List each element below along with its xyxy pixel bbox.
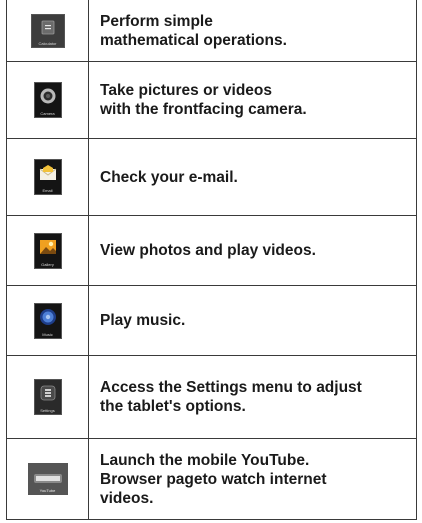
table-row-calculator: Calculator Perform simple mathematical o… — [7, 0, 416, 62]
table-row-youtube: YouTube Launch the mobile YouTube. Brows… — [7, 439, 416, 519]
table-row-email: Email Check your e-mail. — [7, 139, 416, 216]
row-description: Take pictures or videos with the frontfa… — [100, 82, 307, 118]
icon-caption: Calculator — [38, 40, 57, 46]
icon-cell: Music — [7, 286, 89, 355]
row-description: Launch the mobile YouTube. Browser paget… — [100, 451, 327, 507]
table-row-music: Music Play music. — [7, 286, 416, 356]
icon-caption: Email — [42, 188, 53, 193]
music-icon: Music — [33, 302, 62, 339]
email-icon: Email — [33, 159, 62, 195]
table-row-camera: Camera Take pictures or videos with the … — [7, 62, 416, 139]
app-table: Calculator Perform simple mathematical o… — [6, 0, 417, 520]
table-row-settings: Settings Access the Settings menu to adj… — [7, 356, 416, 439]
row-description: Check your e-mail. — [100, 168, 238, 186]
icon-cell: Camera — [7, 62, 89, 138]
icon-cell: Settings — [7, 356, 89, 438]
row-description: Play music. — [100, 312, 186, 329]
settings-icon: Settings — [33, 379, 62, 415]
icon-caption: Camera — [40, 111, 55, 116]
row-description: Perform simple mathematical operations. — [100, 12, 287, 49]
youtube-icon: YouTube — [27, 463, 68, 495]
camera-icon: Camera — [33, 82, 62, 118]
calculator-icon: Calculator — [30, 13, 65, 48]
table-row-gallery: Gallery View photos and play videos. — [7, 216, 416, 286]
icon-cell: Calculator — [7, 0, 89, 61]
row-description: View photos and play videos. — [100, 242, 316, 259]
icon-caption: Music — [42, 331, 53, 337]
icon-cell: Email — [7, 139, 89, 215]
row-description: Access the Settings menu to adjust the t… — [100, 379, 362, 415]
gallery-icon: Gallery — [33, 232, 62, 269]
icon-caption: YouTube — [39, 488, 56, 493]
icon-cell: YouTube — [7, 439, 89, 519]
icon-caption: Gallery — [41, 261, 54, 267]
icon-caption: Settings — [40, 408, 55, 413]
icon-cell: Gallery — [7, 216, 89, 285]
